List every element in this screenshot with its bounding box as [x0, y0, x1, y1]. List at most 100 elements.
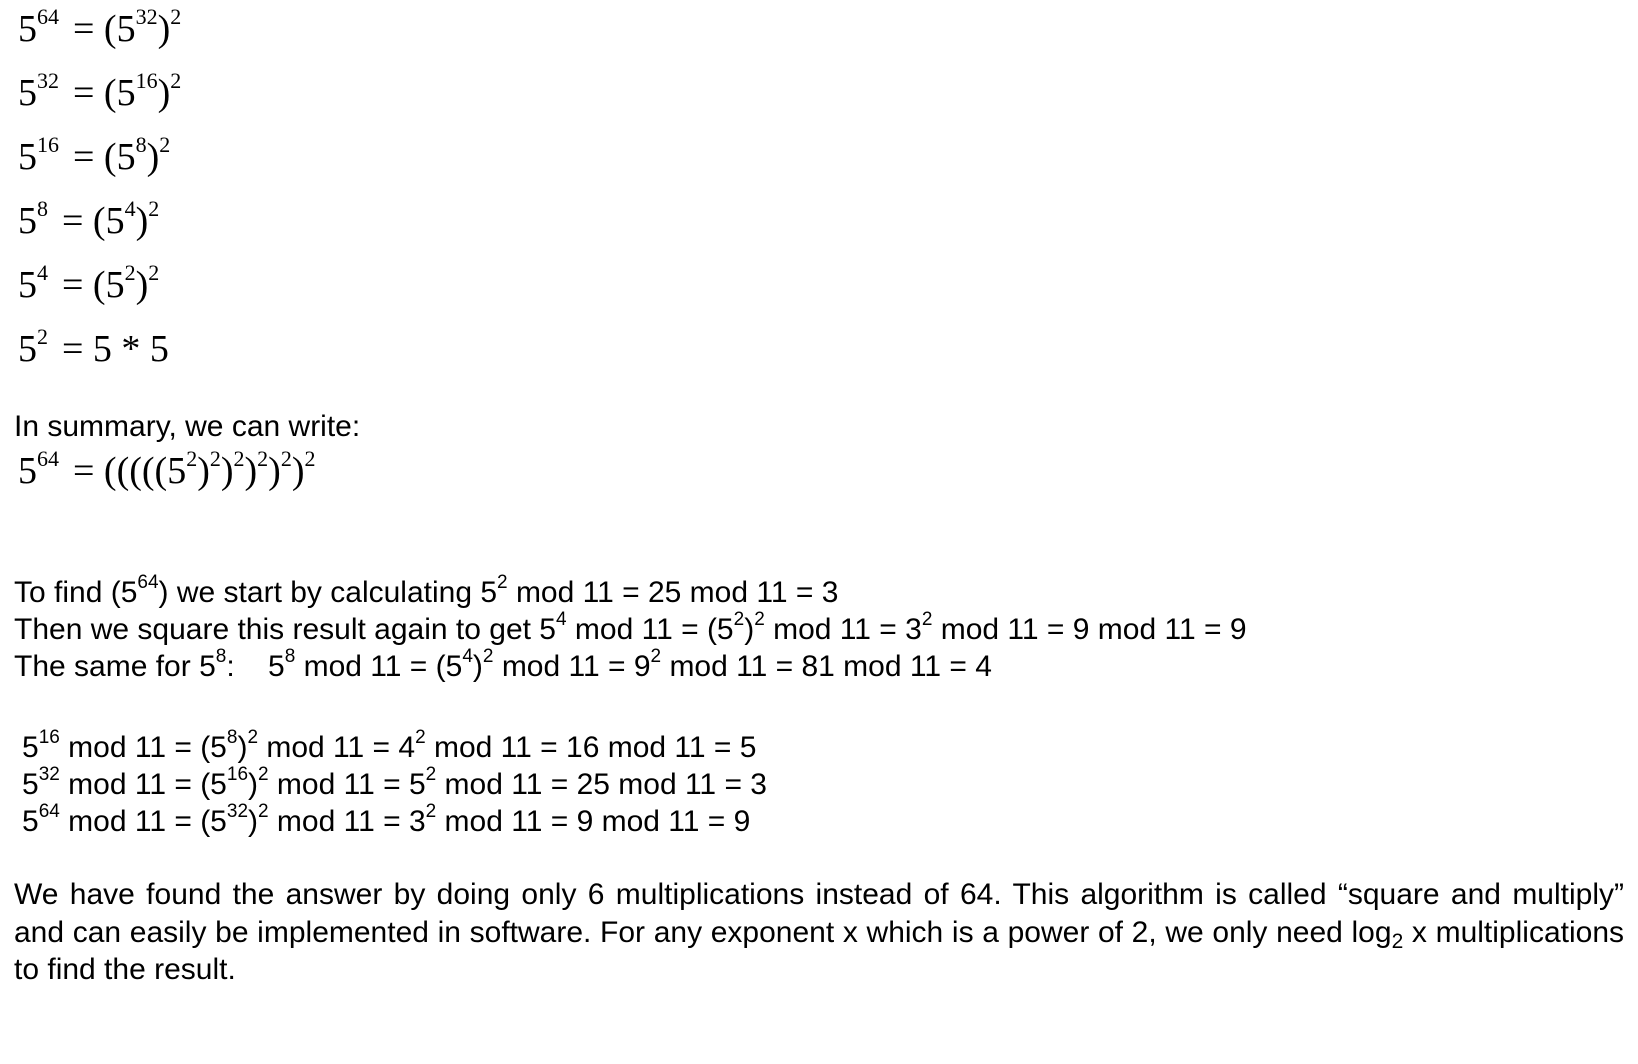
eq-rhs-close: ) [135, 264, 149, 306]
power-eq-row-3: 516 = (58)2 [18, 134, 170, 178]
exp: 2 [650, 646, 662, 667]
calc-line-2: Then we square this result again to get … [14, 610, 1247, 646]
exp: 2 [754, 609, 765, 630]
eq-rhs-exp: 2 [124, 260, 136, 285]
eq-rhs: = (5 [62, 200, 125, 242]
text: ) [744, 613, 755, 646]
text: mod 11 = 9 [493, 650, 651, 683]
exp: 2 [258, 764, 269, 785]
text: 5 [22, 805, 39, 838]
eq-rhs: = (5 [73, 72, 136, 114]
eq-base: 5 [18, 72, 37, 114]
exp: 2 [247, 727, 259, 748]
text: ) we start by calculating 5 [158, 576, 498, 609]
eq-outer-exp: 2 [148, 196, 160, 221]
text: mod 11 = (5 [295, 650, 463, 683]
text: Then we square this result again to get … [14, 613, 556, 646]
text: mod 11 = 5 [268, 768, 426, 801]
eq-outer-exp: 2 [170, 4, 182, 29]
eq-close-2: ) [220, 450, 234, 492]
power-eq-row-6: 52 = 5 * 5 [18, 326, 169, 370]
text: mod 11 = 9 mod 11 = 9 [436, 805, 751, 838]
calc-line-3: The same for 58: 58 mod 11 = (54)2 mod 1… [14, 647, 992, 683]
exp: 2 [921, 609, 933, 630]
mod-line-2: 532 mod 11 = (516)2 mod 11 = 52 mod 11 =… [22, 765, 767, 801]
eq-square-3: 2 [233, 446, 245, 471]
eq-rhs-close: ) [157, 72, 171, 114]
text: ) [472, 650, 483, 683]
eq-square-1: 2 [186, 446, 198, 471]
conclusion-paragraph: We have found the answer by doing only 6… [14, 876, 1624, 989]
eq-base: 5 [18, 328, 37, 370]
calc-line-1: To find (564) we start by calculating 52… [14, 573, 839, 609]
eq-exp: 4 [37, 260, 48, 285]
conclusion-text: We have found the answer by doing only 6… [14, 878, 1624, 949]
text: : 5 [226, 650, 285, 683]
text: mod 11 = (5 [59, 805, 227, 838]
exp: 2 [425, 801, 437, 822]
eq-rhs-exp: 32 [135, 4, 158, 29]
exp: 32 [226, 801, 249, 822]
eq-close-3: ) [244, 450, 258, 492]
eq-exp: 32 [37, 68, 59, 93]
power-eq-row-5: 54 = (52)2 [18, 262, 159, 306]
exp: 64 [137, 572, 159, 593]
text: mod 11 = 25 mod 11 = 3 [436, 768, 767, 801]
text: mod 11 = 3 [764, 613, 922, 646]
eq-base: 5 [18, 136, 37, 178]
eq-exp: 2 [37, 324, 48, 349]
eq-square-2: 2 [209, 446, 221, 471]
eq-exp: 64 [37, 4, 59, 29]
eq-rhs: = (5 [62, 264, 125, 306]
text: To find (5 [14, 576, 138, 609]
exp: 2 [415, 727, 426, 748]
text: mod 11 = 4 [258, 731, 416, 764]
exp: 64 [38, 801, 60, 822]
eq-base: 5 [18, 200, 37, 242]
eq-outer-exp: 2 [159, 132, 171, 157]
exp: 2 [733, 609, 745, 630]
text: ) [248, 805, 259, 838]
eq-base: 5 [18, 8, 37, 50]
exp: 2 [497, 572, 508, 593]
eq-rhs-close: ) [135, 200, 149, 242]
eq-rhs-exp: 4 [124, 196, 136, 221]
exp: 8 [284, 646, 296, 667]
exp: 4 [462, 646, 473, 667]
summary-intro: In summary, we can write: [14, 410, 361, 443]
text: 5 [22, 731, 39, 764]
text: mod 11 = 81 mod 11 = 4 [661, 650, 992, 683]
log-base: 2 [1391, 929, 1404, 953]
mod-line-3: 564 mod 11 = (532)2 mod 11 = 32 mod 11 =… [22, 802, 751, 838]
text: ) [248, 768, 259, 801]
eq-close-1: ) [197, 450, 210, 492]
eq-base: 5 [18, 450, 37, 492]
eq-rhs: = (5 [73, 136, 136, 178]
eq-nested-open: = (((((5 [73, 450, 187, 492]
text: mod 11 = 3 [268, 805, 426, 838]
power-eq-row-4: 58 = (54)2 [18, 198, 159, 242]
text: mod 11 = 25 mod 11 = 3 [507, 576, 839, 609]
text: 5 [22, 768, 39, 801]
text: The same for 5 [14, 650, 216, 683]
eq-rhs-exp: 16 [135, 68, 158, 93]
eq-rhs: = 5 * 5 [62, 328, 169, 370]
exp: 2 [482, 646, 494, 667]
text: mod 11 = (5 [59, 768, 227, 801]
eq-rhs: = (5 [73, 8, 136, 50]
eq-close-5: ) [291, 450, 305, 492]
exp: 2 [425, 764, 437, 785]
summary-equation: 564 = (((((52)2)2)2)2)2 [18, 448, 315, 492]
text: ) [237, 731, 248, 764]
exp: 8 [226, 727, 238, 748]
eq-outer-exp: 2 [170, 68, 182, 93]
eq-exp: 16 [37, 132, 59, 157]
eq-square-5: 2 [280, 446, 292, 471]
exp: 16 [226, 764, 249, 785]
text: mod 11 = 16 mod 11 = 5 [425, 731, 757, 764]
exp: 16 [38, 727, 60, 748]
eq-exp: 8 [37, 196, 48, 221]
eq-outer-exp: 2 [148, 260, 160, 285]
exp: 4 [556, 609, 567, 630]
power-eq-row-2: 532 = (516)2 [18, 70, 181, 114]
